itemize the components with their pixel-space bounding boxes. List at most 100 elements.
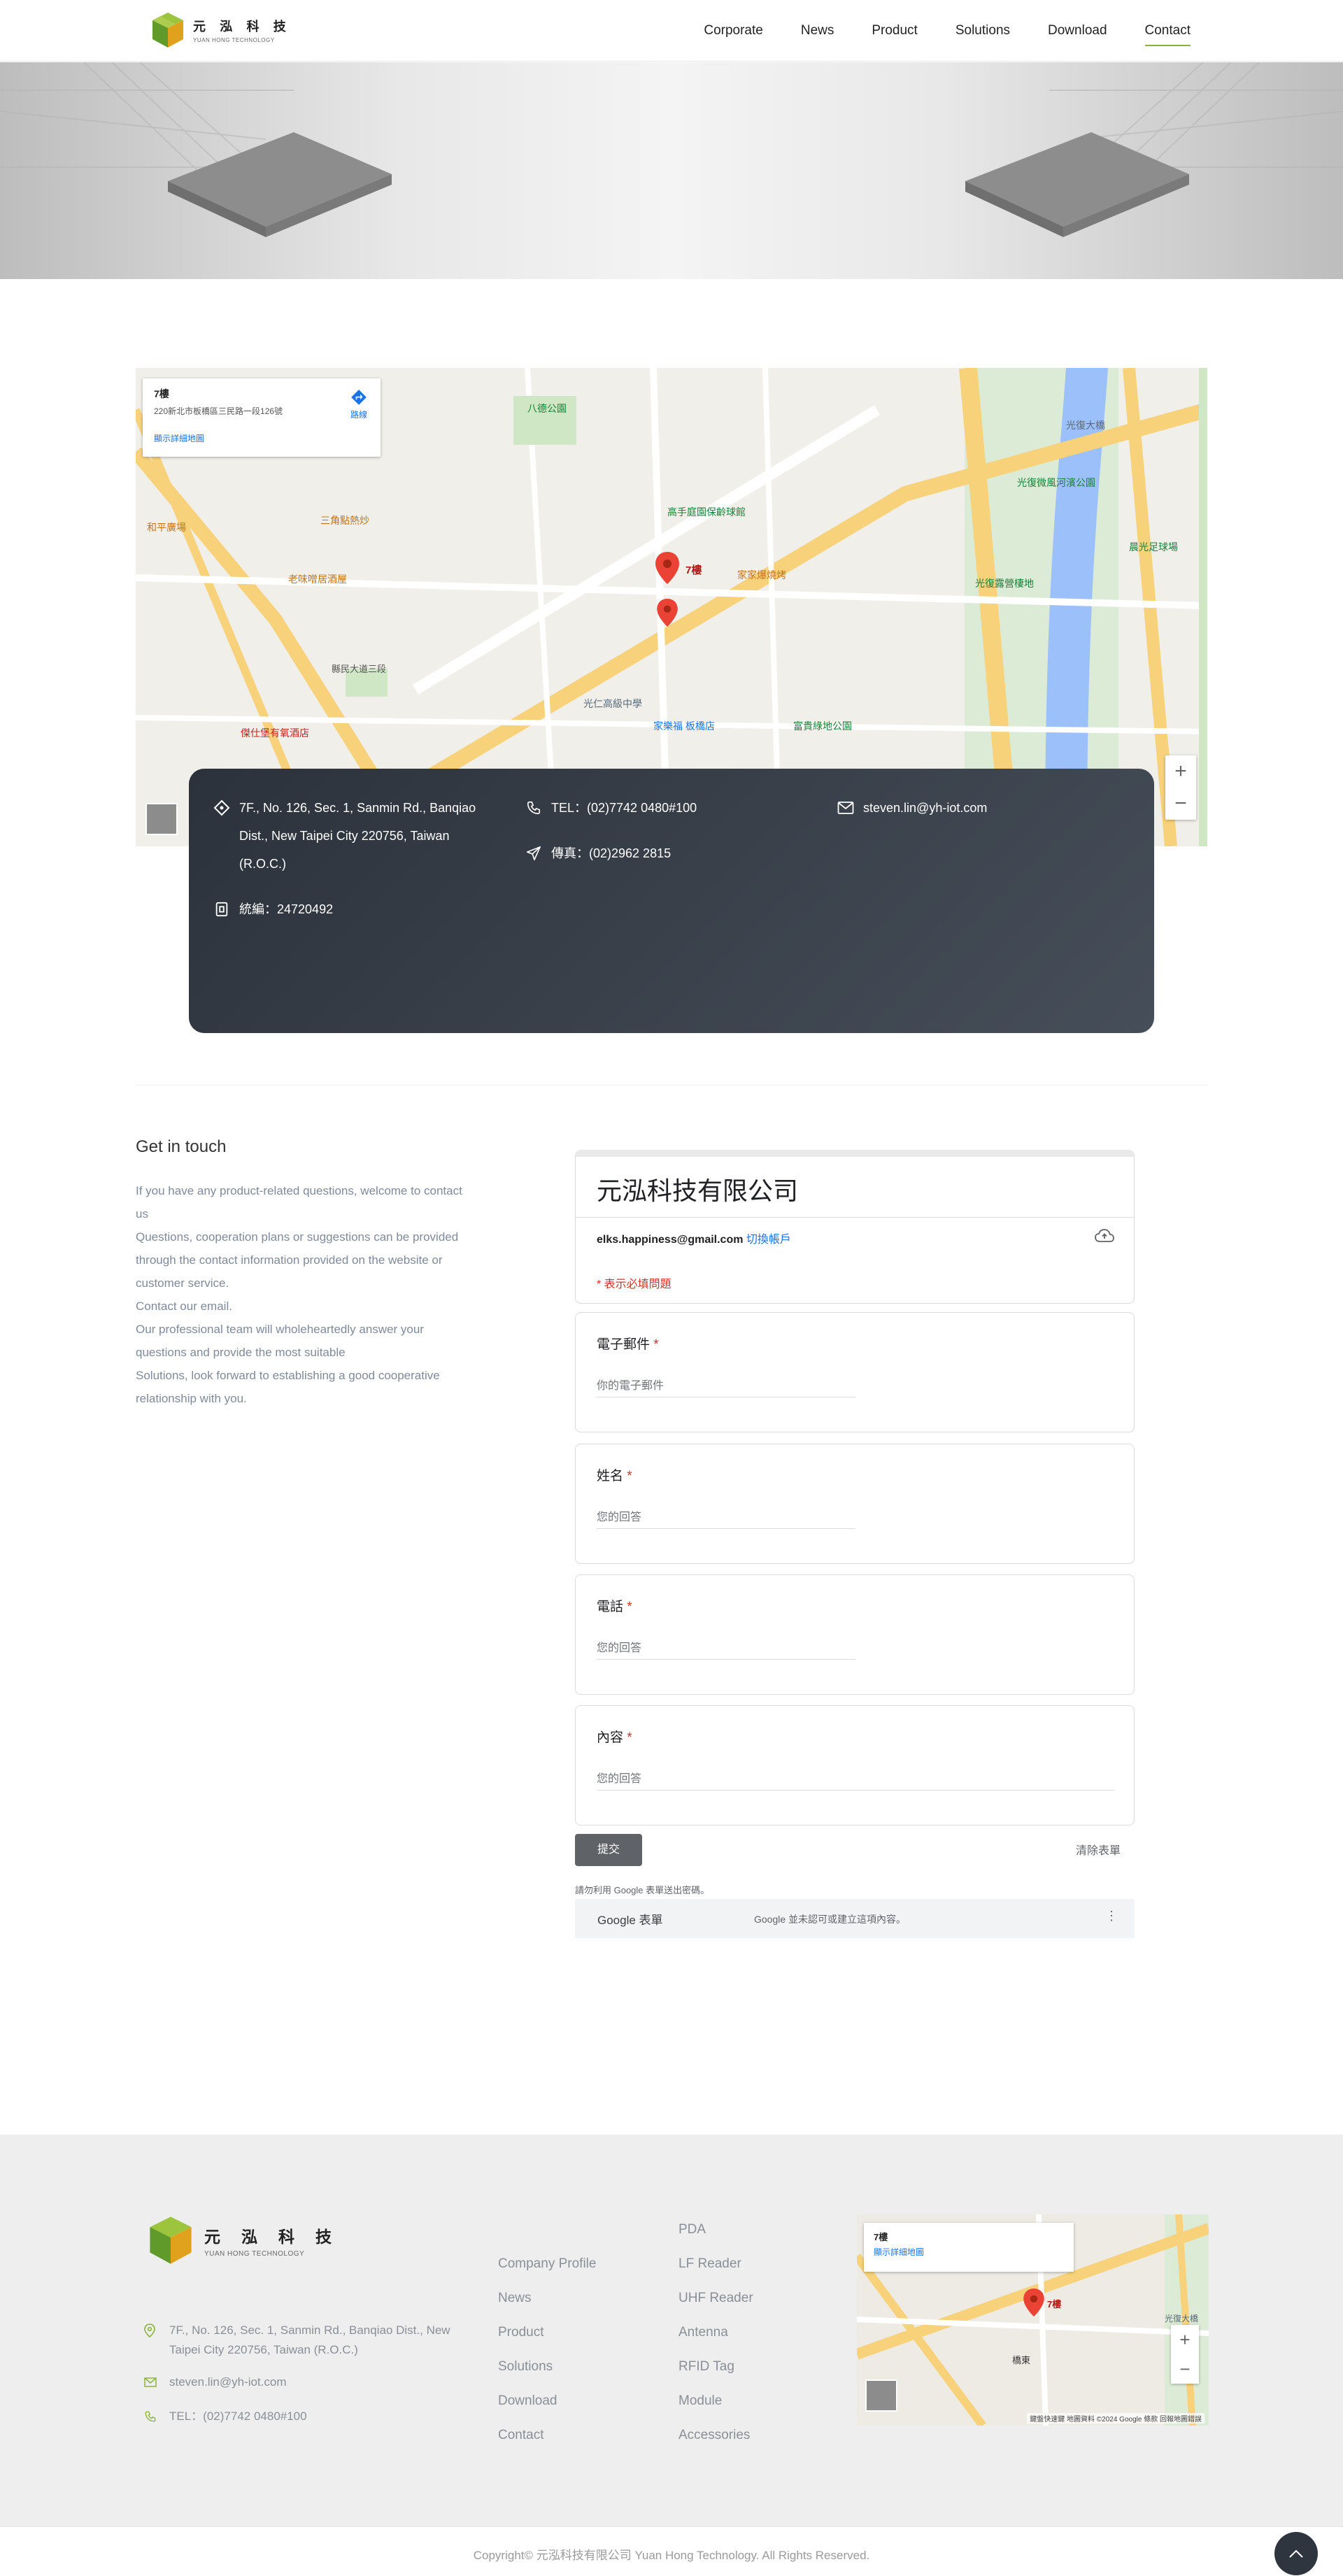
- phone-icon: [525, 794, 543, 822]
- cloud-save-icon[interactable]: [1095, 1228, 1114, 1244]
- question-label: 姓名 *: [597, 1465, 632, 1484]
- map-label: 富貴綠地公園: [793, 720, 852, 732]
- chevron-up-icon: [1289, 2549, 1303, 2558]
- footer-map-zoom-out-button[interactable]: −: [1171, 2354, 1199, 2384]
- footer-logo-name-cn: 元 泓 科 技: [204, 2228, 340, 2247]
- phone-icon: [144, 2407, 159, 2426]
- footer-link-solutions[interactable]: Solutions: [498, 2349, 596, 2384]
- footer-map-streetview-thumbnail[interactable]: [865, 2379, 897, 2412]
- required-star: *: [653, 1337, 659, 1352]
- content-field[interactable]: 您的回答: [597, 1769, 1114, 1791]
- question-label-text: 內容: [597, 1730, 624, 1745]
- required-star: *: [627, 1600, 632, 1614]
- map-label: 傑仕堡有氧酒店: [241, 727, 309, 739]
- map-zoom-out-button[interactable]: −: [1165, 788, 1196, 820]
- form-title: 元泓科技有限公司: [597, 1177, 799, 1206]
- nav-corporate[interactable]: Corporate: [704, 0, 763, 62]
- email-field[interactable]: 你的電子郵件: [597, 1376, 855, 1397]
- map-label: 家家爆燒烤: [737, 569, 786, 581]
- footer-map-link[interactable]: 顯示詳細地圖: [874, 2246, 1064, 2258]
- site-logo[interactable]: 元 泓 科 技 YUAN HONG TECHNOLOGY: [148, 10, 291, 50]
- footer-map[interactable]: 7樓 顯示詳細地圖 7樓 光復大橋 橋東 + − 鍵盤快速鍵 地圖資料 ©202…: [857, 2214, 1209, 2426]
- footer-logo[interactable]: 元 泓 科 技 YUAN HONG TECHNOLOGY: [144, 2213, 339, 2268]
- map-label: 縣民大道三段: [332, 664, 387, 674]
- footer-email[interactable]: steven.lin@yh-iot.com: [144, 2372, 287, 2392]
- map-zoom-in-button[interactable]: +: [1165, 755, 1196, 788]
- nav-contact[interactable]: Contact: [1144, 0, 1191, 62]
- map-larger-link[interactable]: 顯示詳細地圖: [154, 432, 369, 444]
- footer-link-accessories[interactable]: Accessories: [678, 2418, 753, 2452]
- footer-map-zoom-in-button[interactable]: +: [1171, 2325, 1199, 2354]
- section-divider: [136, 1085, 1207, 1086]
- map-pin-secondary-icon: [657, 599, 678, 627]
- name-field[interactable]: 您的回答: [597, 1507, 855, 1529]
- location-diamond-icon: [213, 794, 231, 822]
- form-question-content: 內容 * 您的回答: [575, 1705, 1135, 1826]
- footer-address: 7F., No. 126, Sec. 1, Sanmin Rd., Banqia…: [144, 2321, 473, 2360]
- id-card-icon: [213, 895, 231, 923]
- map-route-label: 路線: [350, 410, 367, 420]
- footer-map-pin-icon: [1023, 2289, 1044, 2317]
- nav-download[interactable]: Download: [1048, 0, 1107, 62]
- contact-address-text: 7F., No. 126, Sec. 1, Sanmin Rd., Banqia…: [239, 801, 476, 871]
- google-forms-brand[interactable]: Google 表單: [597, 1910, 663, 1928]
- send-icon: [525, 839, 543, 867]
- back-to-top-button[interactable]: [1274, 2532, 1318, 2575]
- contact-email[interactable]: steven.lin@yh-iot.com: [837, 794, 987, 822]
- footer-product-links: PDA LF Reader UHF Reader Antenna RFID Ta…: [678, 2212, 753, 2452]
- form-question-phone: 電話 * 您的回答: [575, 1574, 1135, 1695]
- get-in-touch-line: Solutions, look forward to establishing …: [136, 1369, 440, 1405]
- get-in-touch-body: If you have any product-related question…: [136, 1179, 463, 1410]
- footer-email-text[interactable]: steven.lin@yh-iot.com: [169, 2372, 287, 2392]
- footer-link-rfid-tag[interactable]: RFID Tag: [678, 2349, 753, 2384]
- get-in-touch-line: If you have any product-related question…: [136, 1184, 462, 1221]
- logo-name-en: YUAN HONG TECHNOLOGY: [193, 37, 275, 43]
- form-header-divider: [576, 1217, 1134, 1218]
- submit-button[interactable]: 提交: [575, 1834, 642, 1866]
- site-footer: 元 泓 科 技 YUAN HONG TECHNOLOGY 7F., No. 12…: [0, 2135, 1343, 2526]
- form-account-email: elks.happiness@gmail.com: [597, 1234, 744, 1246]
- question-label-text: 電話: [597, 1600, 624, 1614]
- footer-link-company-profile[interactable]: Company Profile: [498, 2247, 596, 2281]
- map-route-button[interactable]: 路線: [350, 388, 368, 420]
- map-label: 八德公園: [527, 403, 567, 414]
- main-nav: Corporate News Product Solutions Downloa…: [666, 0, 1191, 62]
- footer-link-antenna[interactable]: Antenna: [678, 2315, 753, 2349]
- logo-cube-icon: [152, 13, 183, 48]
- contact-email-text[interactable]: steven.lin@yh-iot.com: [863, 794, 987, 822]
- map-place-address: 220新北市板橋區三民路一段126號: [154, 406, 283, 416]
- footer-link-module[interactable]: Module: [678, 2384, 753, 2418]
- question-label: 電話 *: [597, 1596, 632, 1615]
- footer-tel: TEL：(02)7742 0480#100: [144, 2407, 307, 2426]
- map-label: 光復微風河濱公園: [1017, 477, 1095, 488]
- footer-link-pda[interactable]: PDA: [678, 2212, 753, 2247]
- clear-form-button[interactable]: 清除表單: [1076, 1841, 1121, 1858]
- get-in-touch-line: Our professional team will wholeheartedl…: [136, 1323, 424, 1359]
- footer-link-download[interactable]: Download: [498, 2384, 596, 2418]
- contact-tax-id-text: 統編：24720492: [239, 902, 334, 916]
- map-label: 老味噌居酒屋: [288, 574, 347, 585]
- footer-link-contact[interactable]: Contact: [498, 2418, 596, 2452]
- google-forms-disclaimer: Google 並未認可或建立這項內容。: [754, 1914, 907, 1925]
- footer-link-product[interactable]: Product: [498, 2315, 596, 2349]
- form-question-name: 姓名 * 您的回答: [575, 1444, 1135, 1564]
- footer-map-label: 光復大橋: [1165, 2314, 1199, 2324]
- more-options-icon[interactable]: ⋮: [1105, 1909, 1118, 1923]
- get-in-touch-line: Questions, cooperation plans or suggesti…: [136, 1230, 459, 1290]
- footer-address-text: 7F., No. 126, Sec. 1, Sanmin Rd., Banqia…: [169, 2324, 450, 2356]
- footer-link-news[interactable]: News: [498, 2281, 596, 2315]
- map-pin-icon: [655, 552, 679, 584]
- map-streetview-thumbnail[interactable]: [145, 803, 178, 835]
- map-pin-label: 7樓: [685, 564, 702, 576]
- footer-link-lf-reader[interactable]: LF Reader: [678, 2247, 753, 2281]
- nav-product[interactable]: Product: [872, 0, 917, 62]
- footer-map-attribution: 鍵盤快速鍵 地圖資料 ©2024 Google 條款 回報地圖錯誤: [1027, 2413, 1205, 2424]
- footer-link-uhf-reader[interactable]: UHF Reader: [678, 2281, 753, 2315]
- footer-map-place: 7樓: [874, 2232, 888, 2242]
- nav-news[interactable]: News: [801, 0, 834, 62]
- nav-solutions[interactable]: Solutions: [955, 0, 1010, 62]
- map-label: 三角點熱炒: [320, 515, 369, 526]
- switch-account-link[interactable]: 切換帳戶: [746, 1234, 791, 1246]
- footer-tel-text: TEL：(02)7742 0480#100: [169, 2410, 307, 2423]
- phone-field[interactable]: 您的回答: [597, 1638, 855, 1660]
